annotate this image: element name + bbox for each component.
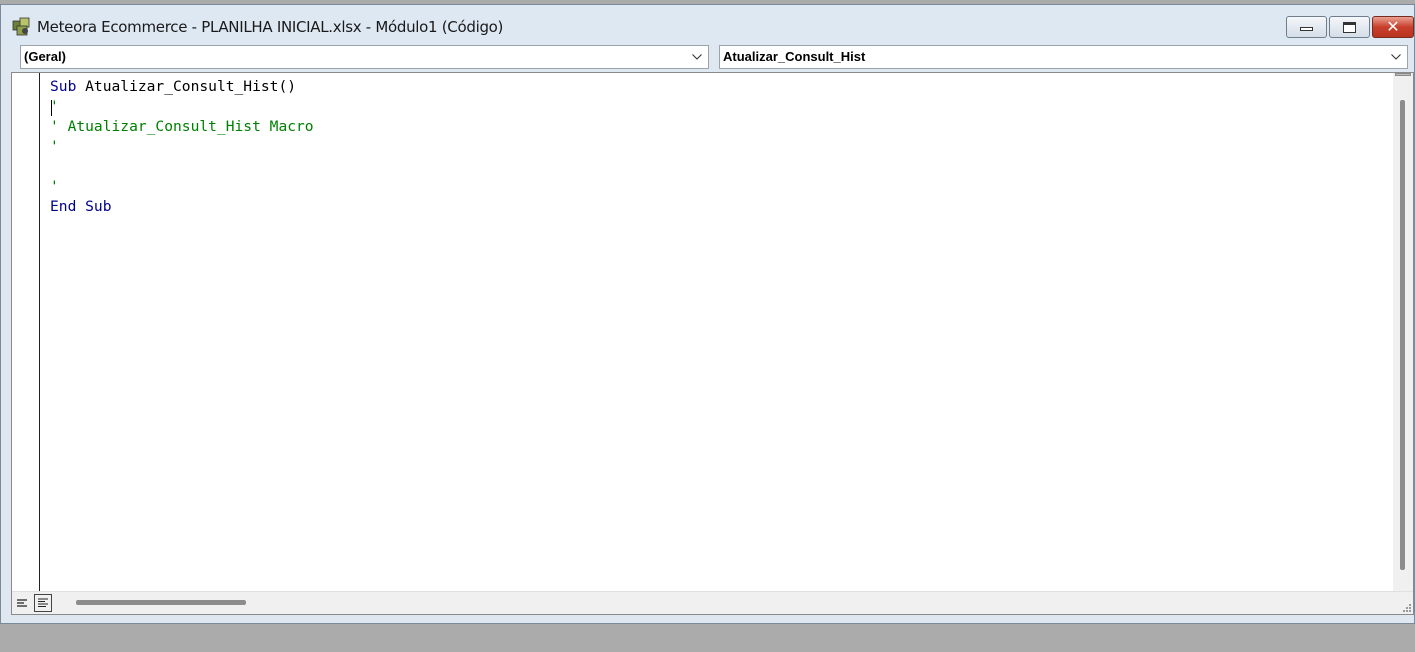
minimize-icon (1300, 27, 1313, 31)
code-line[interactable]: ' Atualizar_Consult_Hist Macro (50, 117, 1391, 137)
horizontal-scrollbar[interactable] (12, 591, 1413, 614)
procedure-dropdown-value: Atualizar_Consult_Hist (723, 49, 866, 64)
procedure-name: Atualizar_Consult_Hist() (76, 78, 297, 95)
close-button[interactable]: ✕ (1372, 16, 1414, 38)
code-line[interactable] (50, 157, 1391, 177)
split-bar-handle[interactable] (1395, 73, 1411, 76)
horizontal-scroll-thumb[interactable] (76, 600, 246, 605)
chevron-down-icon[interactable] (1387, 48, 1405, 66)
keyword: Sub (50, 78, 77, 95)
minimize-button[interactable] (1286, 16, 1327, 38)
close-icon: ✕ (1386, 17, 1400, 36)
procedure-view-button[interactable] (13, 594, 31, 612)
procedure-view-icon (17, 599, 27, 607)
code-text-area[interactable]: Sub Atualizar_Consult_Hist() ' ' Atualiz… (50, 77, 1391, 592)
margin-indicator-bar[interactable] (12, 73, 40, 593)
full-module-view-button[interactable] (34, 594, 52, 612)
title-bar[interactable]: Meteora Ecommerce - PLANILHA INICIAL.xls… (1, 5, 1414, 45)
vba-module-icon (12, 17, 30, 36)
vbe-code-window: Meteora Ecommerce - PLANILHA INICIAL.xls… (0, 4, 1415, 624)
chevron-down-icon[interactable] (688, 48, 706, 66)
object-dropdown[interactable]: (Geral) (20, 45, 709, 69)
full-module-view-icon (38, 598, 48, 607)
maximize-icon (1343, 21, 1356, 33)
code-line[interactable]: End Sub (50, 197, 1391, 217)
maximize-button[interactable] (1329, 16, 1370, 38)
code-line[interactable]: ' (50, 177, 1391, 197)
code-line[interactable]: ' (50, 137, 1391, 157)
procedure-dropdown[interactable]: Atualizar_Consult_Hist (719, 45, 1408, 69)
vertical-scrollbar[interactable] (1393, 73, 1413, 593)
window-title: Meteora Ecommerce - PLANILHA INICIAL.xls… (37, 18, 504, 36)
resize-grip-icon[interactable] (1401, 602, 1411, 612)
text-caret (51, 100, 52, 116)
code-editor[interactable]: Sub Atualizar_Consult_Hist() ' ' Atualiz… (11, 72, 1414, 615)
code-line[interactable]: Sub Atualizar_Consult_Hist() (50, 77, 1391, 97)
object-dropdown-value: (Geral) (24, 49, 66, 64)
vertical-scroll-thumb[interactable] (1400, 100, 1405, 570)
code-line[interactable]: ' (50, 97, 1391, 117)
